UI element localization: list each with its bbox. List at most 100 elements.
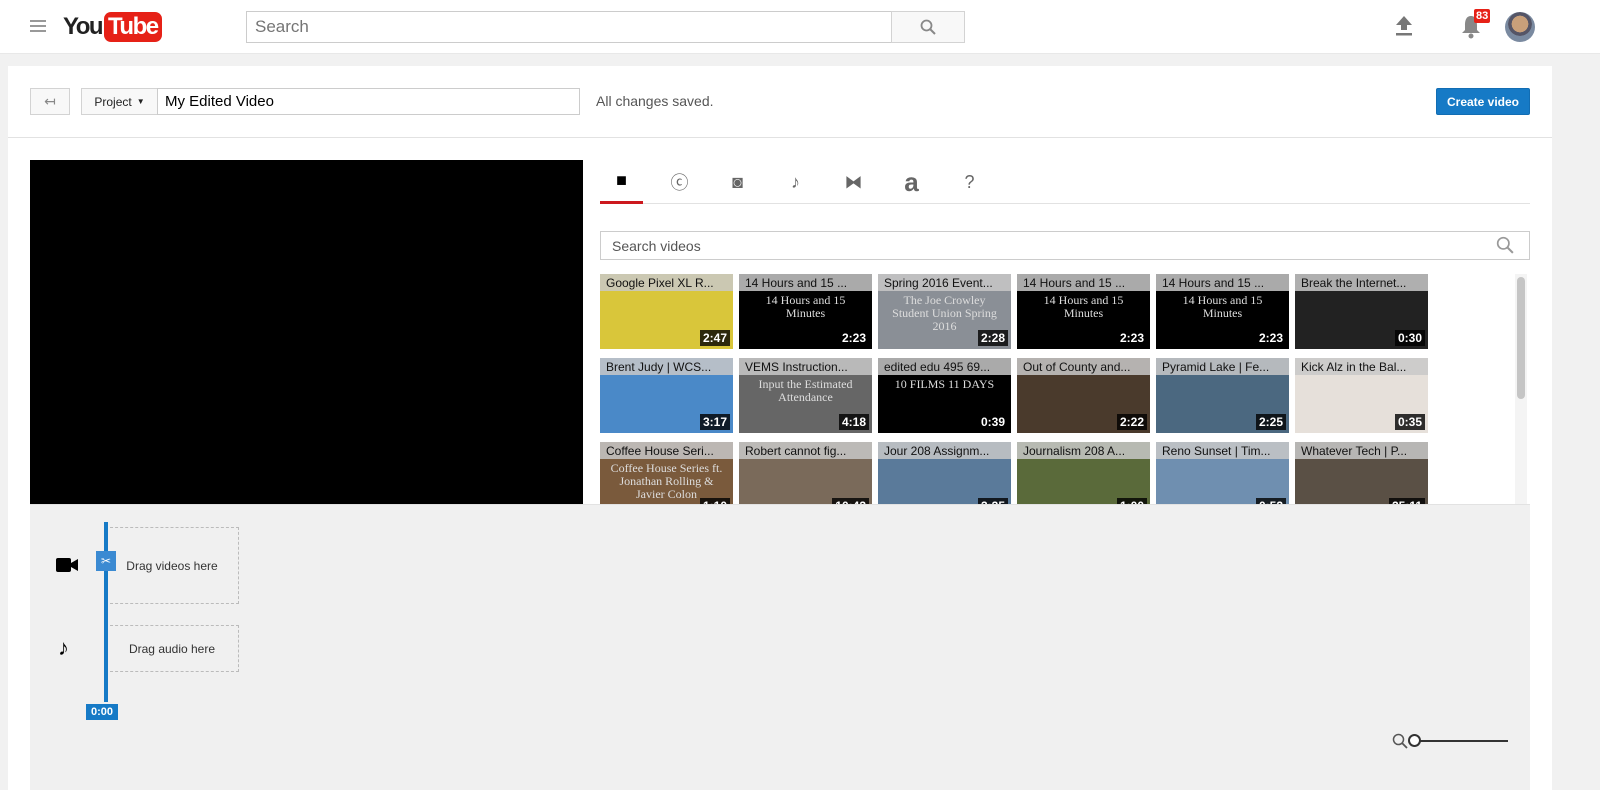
video-thumbnail[interactable]: Break the Internet... 0:30: [1295, 274, 1428, 349]
video-thumbnail[interactable]: 14 Hours and 15 Minutes 14 Hours and 15 .…: [1156, 274, 1289, 349]
caret-down-icon: ▼: [136, 97, 145, 106]
tab-closed-captions[interactable]: ⓒ: [658, 160, 701, 204]
editor-card: ↤ Project ▼ All changes saved. Create vid…: [8, 66, 1552, 790]
video-title: Brent Judy | WCS...: [600, 358, 733, 375]
video-thumbnail[interactable]: Input the Estimated Attendance VEMS Instr…: [739, 358, 872, 433]
thumbnail-caption: The Joe Crowley Student Union Spring 201…: [892, 293, 997, 333]
video-thumbnail[interactable]: Out of County and... 2:22: [1017, 358, 1150, 433]
transitions-icon: ⧓: [844, 171, 863, 192]
tab-camera[interactable]: ◙: [716, 160, 759, 204]
video-thumbnail[interactable]: Pyramid Lake | Fe... 2:25: [1156, 358, 1289, 433]
tab-transitions[interactable]: ⧓: [832, 160, 875, 204]
video-title: 14 Hours and 15 ...: [1156, 274, 1289, 291]
video-duration: 2:23: [1116, 330, 1147, 346]
top-header: YouTube 83: [0, 0, 1600, 54]
video-thumbnail[interactable]: The Joe Crowley Student Union Spring 201…: [878, 274, 1011, 349]
scrollbar-thumb[interactable]: [1517, 277, 1525, 399]
video-title: Jour 208 Assignm...: [878, 442, 1011, 459]
avatar[interactable]: [1505, 12, 1535, 42]
audio-drop-zone[interactable]: Drag audio here: [105, 625, 239, 672]
tab-help[interactable]: ?: [948, 160, 991, 204]
video-thumbnail[interactable]: Brent Judy | WCS... 3:17: [600, 358, 733, 433]
tab-video-camera[interactable]: ■: [600, 160, 643, 204]
video-duration: 2:28: [977, 330, 1008, 346]
video-duration: 3:17: [699, 414, 730, 430]
search-button[interactable]: [891, 11, 965, 43]
save-status: All changes saved.: [596, 93, 714, 109]
upload-icon[interactable]: [1395, 16, 1413, 36]
create-video-button[interactable]: Create video: [1436, 88, 1530, 115]
video-duration: 2:47: [699, 330, 730, 346]
video-duration: 2:23: [838, 330, 869, 346]
video-duration: 0:39: [977, 414, 1008, 430]
youtube-logo[interactable]: You Tube: [63, 12, 162, 42]
video-title: Google Pixel XL R...: [600, 274, 733, 291]
video-thumbnail[interactable]: Journalism 208 A...1:00: [1017, 442, 1150, 504]
project-menu-label: Project: [94, 94, 132, 109]
video-thumbnail[interactable]: Whatever Tech | P...25:11: [1295, 442, 1428, 504]
zoom-slider-knob[interactable]: [1408, 734, 1421, 747]
video-thumbnail[interactable]: Jour 208 Assignm...3:35: [878, 442, 1011, 504]
logo-text: You: [63, 13, 104, 40]
split-scissors-icon[interactable]: ✂: [96, 551, 116, 571]
music-note-icon: ♪: [791, 171, 800, 192]
video-title: Spring 2016 Event...: [878, 274, 1011, 291]
project-menu-button[interactable]: Project ▼: [81, 88, 158, 115]
video-title: Robert cannot fig...: [739, 442, 872, 459]
video-thumbnail[interactable]: 14 Hours and 15 Minutes 14 Hours and 15 .…: [739, 274, 872, 349]
video-title: Journalism 208 A...: [1017, 442, 1150, 459]
video-title: Reno Sunset | Tim...: [1156, 442, 1289, 459]
menu-icon[interactable]: [30, 20, 46, 32]
video-drop-zone[interactable]: Drag videos here: [105, 527, 239, 604]
video-track-icon: [56, 558, 78, 572]
zoom-slider[interactable]: [1408, 734, 1508, 747]
media-tabs: ■ ⓒ ◙ ♪ ⧓ a?: [600, 160, 1530, 204]
zoom-icon: [1392, 733, 1408, 749]
video-duration: 0:30: [1394, 330, 1425, 346]
video-grid-scrollbar[interactable]: [1515, 274, 1527, 504]
search-videos-input[interactable]: Search videos: [600, 231, 1530, 260]
audio-track-icon: ♪: [58, 635, 69, 660]
search-icon[interactable]: [1496, 236, 1514, 254]
playhead-time: 0:00: [86, 704, 119, 720]
thumbnail-caption: 14 Hours and 15 Minutes: [1182, 293, 1263, 320]
video-duration: 4:18: [838, 414, 869, 430]
thumbnail-caption: 14 Hours and 15 Minutes: [765, 293, 846, 320]
closed-captions-icon: ⓒ: [670, 173, 689, 193]
notification-badge: 83: [1474, 9, 1491, 23]
video-preview[interactable]: [30, 160, 583, 504]
video-thumbnail[interactable]: Kick Alz in the Bal... 0:35: [1295, 358, 1428, 433]
timeline: ♪ Drag videos here Drag audio here ✂ 0:0…: [30, 504, 1530, 790]
video-drop-label: Drag videos here: [126, 558, 218, 573]
video-title: Break the Internet...: [1295, 274, 1428, 291]
video-duration: 0:35: [1394, 414, 1425, 430]
video-duration: 2:22: [1116, 414, 1147, 430]
video-camera-icon: ■: [616, 170, 627, 190]
video-thumbnail[interactable]: Robert cannot fig...10:42: [739, 442, 872, 504]
video-duration: 2:25: [1255, 414, 1286, 430]
video-thumbnail[interactable]: Reno Sunset | Tim...0:52: [1156, 442, 1289, 504]
project-toolbar: ↤ Project ▼ All changes saved. Create vid…: [8, 66, 1552, 138]
video-title: Pyramid Lake | Fe...: [1156, 358, 1289, 375]
video-thumbnail[interactable]: Coffee House Series ft. Jonathan Rolling…: [600, 442, 733, 504]
project-title-input[interactable]: [157, 88, 580, 115]
camera-icon: ◙: [732, 171, 743, 192]
video-thumbnail[interactable]: Google Pixel XL R... 2:47: [600, 274, 733, 349]
video-title: edited edu 495 69...: [878, 358, 1011, 375]
logo-text-tube: Tube: [104, 12, 162, 42]
search-videos-placeholder: Search videos: [612, 238, 701, 254]
video-title: Whatever Tech | P...: [1295, 442, 1428, 459]
playhead[interactable]: [104, 522, 108, 702]
video-title: 14 Hours and 15 ...: [1017, 274, 1150, 291]
tab-music-note[interactable]: ♪: [774, 160, 817, 204]
help-icon: ?: [964, 171, 975, 192]
timeline-zoom: [1392, 733, 1508, 749]
video-thumbnail[interactable]: 14 Hours and 15 Minutes 14 Hours and 15 .…: [1017, 274, 1150, 349]
back-button[interactable]: ↤: [30, 88, 70, 115]
video-title: 14 Hours and 15 ...: [739, 274, 872, 291]
tab-text[interactable]: a: [890, 160, 933, 204]
search-input[interactable]: [246, 11, 892, 43]
video-title: Out of County and...: [1017, 358, 1150, 375]
video-thumbnail[interactable]: 10 FILMS 11 DAYS edited edu 495 69... 0:39: [878, 358, 1011, 433]
thumbnail-caption: Coffee House Series ft. Jonathan Rolling…: [610, 461, 723, 501]
